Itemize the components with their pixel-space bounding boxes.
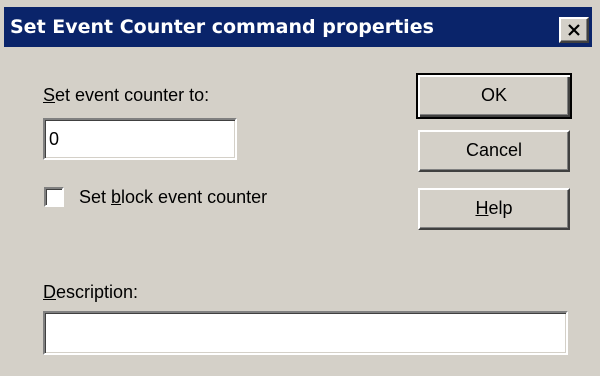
cancel-button[interactable]: Cancel	[418, 130, 570, 172]
block-counter-label-accesskey: b	[111, 187, 122, 207]
block-counter-label-rest: lock event counter	[121, 187, 268, 207]
help-button-rest: elp	[488, 198, 513, 218]
close-button[interactable]	[559, 17, 589, 43]
ok-button-label: OK	[480, 85, 507, 105]
counter-input[interactable]: 0	[43, 118, 237, 160]
block-counter-checkbox[interactable]	[44, 187, 64, 207]
title-bar[interactable]: Set Event Counter command properties	[4, 7, 592, 47]
cancel-button-label: Cancel	[465, 140, 523, 160]
close-icon	[568, 24, 580, 36]
ok-button[interactable]: OK	[416, 73, 572, 119]
block-counter-label-prefix: Set	[79, 187, 112, 207]
dialog-title: Set Event Counter command properties	[10, 16, 434, 38]
description-label: Description:	[43, 281, 138, 303]
dialog-window: Set Event Counter command properties Set…	[0, 0, 600, 376]
description-label-rest: escription:	[56, 282, 139, 302]
description-input[interactable]	[43, 311, 568, 355]
help-button[interactable]: Help	[418, 188, 570, 230]
counter-label-rest: et event counter to:	[55, 85, 210, 105]
block-counter-label[interactable]: Set block event counter	[79, 186, 267, 208]
description-label-accesskey: D	[43, 282, 56, 302]
counter-label: Set event counter to:	[43, 84, 209, 106]
help-button-accesskey: H	[475, 198, 489, 218]
counter-label-accesskey: S	[43, 85, 56, 105]
counter-input-value: 0	[49, 129, 60, 149]
